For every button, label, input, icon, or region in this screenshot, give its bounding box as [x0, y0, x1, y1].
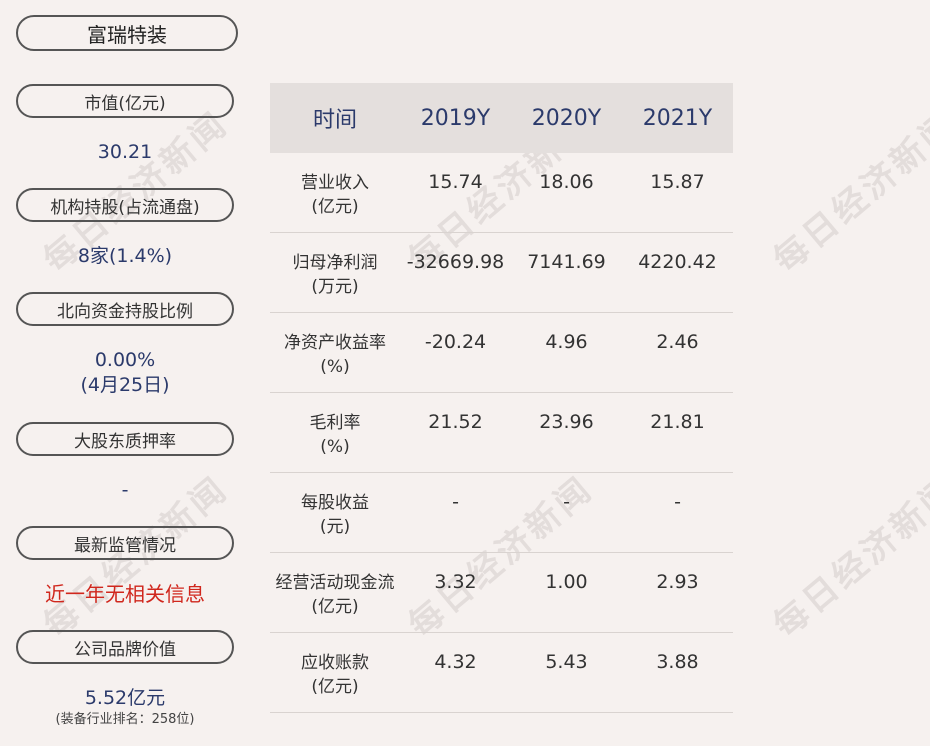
institution-holding-value: 8家(1.4%) — [77, 245, 173, 267]
header-time: 时间 — [312, 108, 357, 133]
cell: 5.43 — [545, 651, 588, 673]
table-header: 时间 2019Y 2020Y 2021Y — [270, 83, 733, 153]
institution-holding-label: 机构持股(占流通盘) — [16, 188, 234, 222]
watermark: 每日经济新闻 — [766, 468, 930, 646]
table-row: 应收账款 (亿元) 4.32 5.43 3.88 — [270, 633, 733, 713]
watermark: 每日经济新闻 — [766, 103, 930, 281]
cell: 18.06 — [539, 171, 594, 193]
cell: 15.87 — [650, 171, 705, 193]
table-row: 归母净利润 (万元) -32669.98 7141.69 4220.42 — [270, 233, 733, 313]
row-label: 营业收入 (亿元) — [301, 173, 369, 217]
cell: - — [563, 491, 570, 513]
brand-value-rank: (装备行业排名：258位) — [55, 712, 195, 727]
cell: 15.74 — [428, 171, 483, 193]
company-name: 富瑞特装 — [16, 15, 238, 51]
table-row: 毛利率 (%) 21.52 23.96 21.81 — [270, 393, 733, 473]
cell: 4.96 — [545, 331, 588, 353]
northbound-ratio-date: (4月25日) — [80, 374, 170, 396]
cell: 1.00 — [545, 571, 588, 593]
cell: 2.46 — [656, 331, 699, 353]
table-row: 净资产收益率 (%) -20.24 4.96 2.46 — [270, 313, 733, 393]
row-label: 净资产收益率 (%) — [284, 333, 386, 377]
regulation-label: 最新监管情况 — [16, 526, 234, 560]
header-2021: 2021Y — [642, 105, 713, 131]
cell: 4220.42 — [638, 251, 717, 273]
northbound-ratio-pct: 0.00% — [94, 349, 156, 371]
financial-table: 时间 2019Y 2020Y 2021Y 营业收入 (亿元) 15.74 18.0… — [270, 83, 733, 713]
table-row: 每股收益 (元) - - - — [270, 473, 733, 553]
cell: -32669.98 — [406, 251, 505, 273]
cell: 7141.69 — [527, 251, 606, 273]
table-row: 营业收入 (亿元) 15.74 18.06 15.87 — [270, 153, 733, 233]
row-label: 每股收益 (元) — [301, 493, 369, 537]
pledge-ratio-value: - — [121, 479, 129, 501]
brand-value-label: 公司品牌价值 — [16, 630, 234, 664]
market-cap-label: 市值(亿元) — [16, 84, 234, 118]
header-2019: 2019Y — [420, 105, 491, 131]
brand-value-amount: 5.52亿元 — [84, 687, 166, 709]
cell: 21.52 — [428, 411, 483, 433]
cell: 23.96 — [539, 411, 594, 433]
cell: 2.93 — [656, 571, 699, 593]
cell: 4.32 — [434, 651, 477, 673]
northbound-ratio-value: 0.00% (4月25日) — [16, 348, 234, 398]
cell: - — [452, 491, 459, 513]
brand-value: 5.52亿元 (装备行业排名：258位) — [16, 686, 234, 729]
cell: - — [674, 491, 681, 513]
cell: -20.24 — [424, 331, 487, 353]
market-cap-value: 30.21 — [97, 141, 153, 163]
northbound-ratio-label: 北向资金持股比例 — [16, 292, 234, 326]
cell: 21.81 — [650, 411, 705, 433]
row-label: 应收账款 (亿元) — [301, 653, 369, 697]
cell: 3.32 — [434, 571, 477, 593]
row-label: 毛利率 (%) — [309, 413, 361, 457]
row-label: 经营活动现金流 (亿元) — [275, 573, 395, 617]
pledge-ratio-label: 大股东质押率 — [16, 422, 234, 456]
table-row: 经营活动现金流 (亿元) 3.32 1.00 2.93 — [270, 553, 733, 633]
row-label: 归母净利润 (万元) — [292, 253, 378, 297]
cell: 3.88 — [656, 651, 699, 673]
regulation-value: 近一年无相关信息 — [45, 582, 205, 606]
header-2020: 2020Y — [531, 105, 602, 131]
